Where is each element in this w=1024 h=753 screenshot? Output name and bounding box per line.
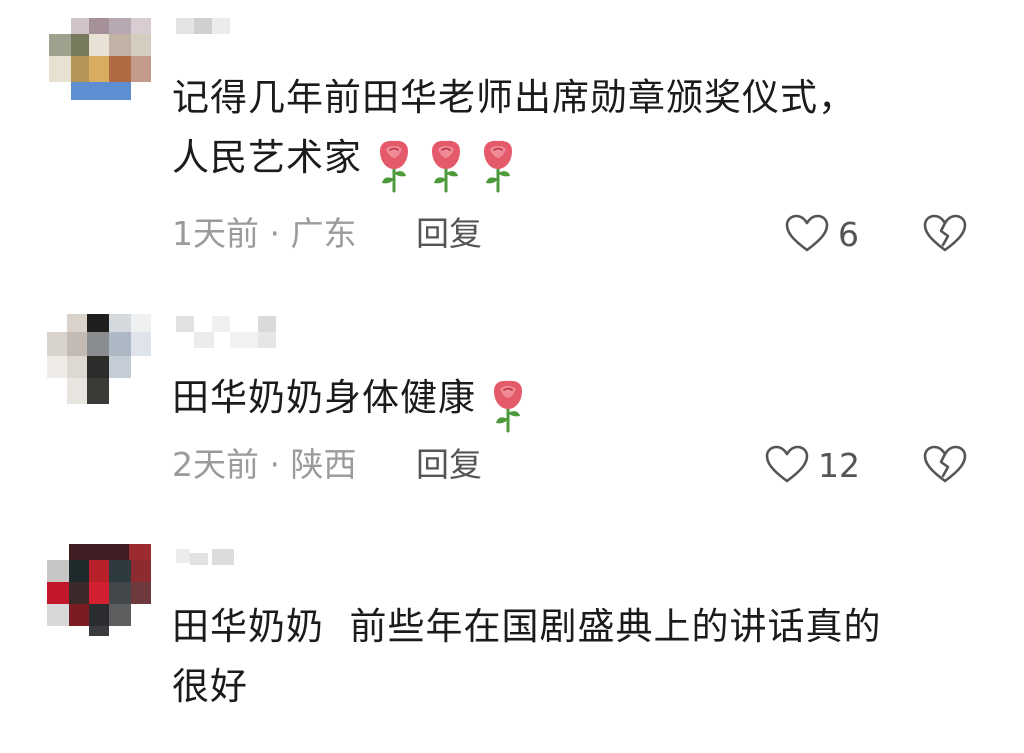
comment-meta-cropped [172, 740, 992, 753]
time-location: 1天前 · 广东 [172, 214, 357, 253]
reply-button[interactable]: 回复 [416, 212, 482, 256]
like-button[interactable]: 6 [784, 212, 859, 256]
comment-list: 记得几年前田华老师出席勋章颁奖仪式， 人民艺术家 1天前 · 广东 回复 6 田… [0, 0, 1024, 753]
reply-button[interactable]: 回复 [416, 443, 482, 487]
heart-outline-icon [785, 214, 829, 252]
like-count: 12 [818, 445, 860, 485]
broken-heart-icon [923, 214, 967, 252]
rose-emoji-group [362, 134, 518, 194]
username-blurred[interactable] [172, 14, 272, 36]
comment-meta: 2天前 · 陕西 回复 [172, 443, 992, 487]
avatar[interactable] [47, 310, 155, 406]
comment-text: 田华奶奶身体健康 [172, 368, 972, 432]
comment-line: 人民艺术家 [172, 136, 362, 179]
comment-meta: 1天前 · 广东 回复 [172, 212, 992, 256]
avatar[interactable] [47, 540, 155, 636]
comment-line: 记得几年前田华老师出席勋章颁奖仪式， [172, 76, 856, 119]
username-blurred[interactable] [172, 545, 272, 567]
rose-emoji [432, 140, 460, 192]
comment-line: 很好 [172, 665, 248, 708]
comment-line: 田华奶奶身体健康 [172, 376, 476, 419]
time-location: 2天前 · 陕西 [172, 445, 357, 484]
heart-outline-icon [765, 445, 809, 483]
comment-text: 田华奶奶 前些年在国剧盛典上的讲话真的 很好 [172, 597, 972, 717]
rose-emoji [494, 380, 522, 432]
like-button[interactable]: 12 [764, 443, 860, 487]
broken-heart-icon [923, 445, 967, 483]
comment-text: 记得几年前田华老师出席勋章颁奖仪式， 人民艺术家 [172, 68, 972, 192]
rose-emoji [380, 140, 408, 192]
like-count: 6 [838, 214, 859, 254]
comment-line: 田华奶奶 前些年在国剧盛典上的讲话真的 [172, 605, 882, 648]
dislike-button[interactable] [922, 443, 968, 487]
avatar[interactable] [47, 4, 155, 100]
rose-emoji [484, 140, 512, 192]
rose-emoji-group [476, 374, 528, 434]
dislike-button[interactable] [922, 212, 968, 256]
username-blurred[interactable] [172, 314, 276, 348]
